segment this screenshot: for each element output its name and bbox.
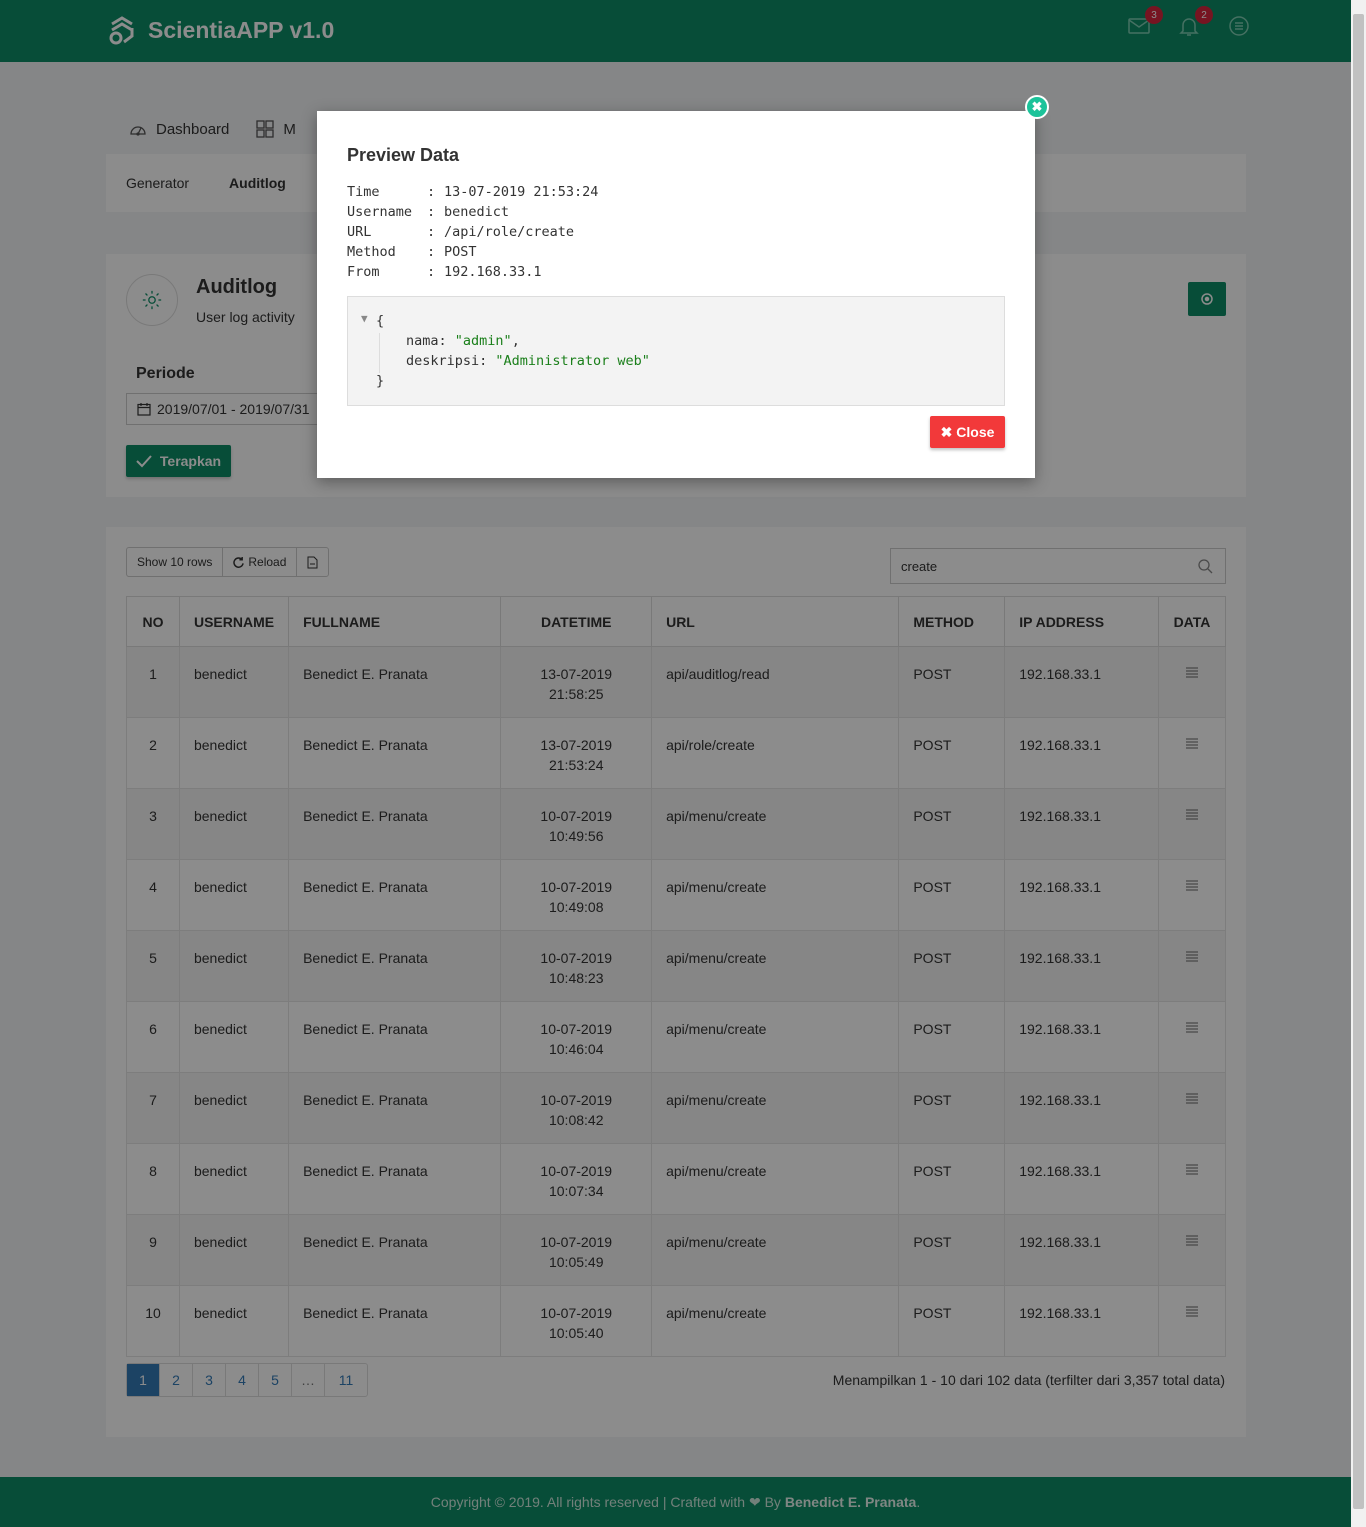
json-viewer: ▼ { nama: "admin", deskripsi: "Administr…	[347, 296, 1005, 406]
collapse-toggle-icon[interactable]: ▼	[361, 312, 368, 325]
field-key: Method	[347, 244, 396, 260]
field-key: Username	[347, 204, 413, 220]
close-icon: ✖	[940, 423, 953, 440]
field-key: From	[347, 264, 380, 280]
scrollbar-thumb[interactable]	[1353, 14, 1364, 1509]
modal-title: Preview Data	[347, 145, 460, 165]
field-value: benedict	[444, 204, 510, 220]
modal-dismiss-button[interactable]: ✖	[1025, 95, 1049, 119]
preview-field-row: Username: benedict	[347, 202, 598, 222]
json-open-brace: {	[376, 313, 385, 329]
field-colon: :	[427, 184, 436, 200]
preview-field-row: URL: /api/role/create	[347, 222, 598, 242]
preview-modal: Preview Data Time:13-07-2019 21:53:24 Use…	[317, 111, 1035, 478]
close-button[interactable]: ✖ Close	[930, 416, 1005, 448]
preview-field-row: Time:13-07-2019 21:53:24	[347, 182, 598, 202]
preview-field-row: Method: POST	[347, 242, 598, 262]
field-value: 192.168.33.1	[444, 264, 542, 280]
preview-field-row: From:192.168.33.1	[347, 262, 598, 282]
json-indent-guide	[379, 333, 380, 373]
field-colon: :	[427, 204, 436, 220]
field-colon: :	[427, 244, 436, 260]
field-value: POST	[444, 244, 477, 260]
field-key: URL	[347, 224, 372, 240]
field-value: /api/role/create	[444, 224, 575, 240]
field-key: Time	[347, 184, 380, 200]
field-colon: :	[427, 264, 436, 280]
page-scrollbar[interactable]	[1351, 0, 1366, 1527]
json-close-brace: }	[376, 373, 385, 389]
field-colon: :	[427, 224, 436, 240]
close-icon: ✖	[1031, 99, 1043, 114]
json-line: deskripsi: "Administrator web"	[406, 353, 650, 369]
field-value: 13-07-2019 21:53:24	[444, 184, 599, 200]
json-line: nama: "admin",	[406, 333, 520, 349]
preview-fields: Time:13-07-2019 21:53:24 Username: benedic…	[347, 182, 598, 282]
